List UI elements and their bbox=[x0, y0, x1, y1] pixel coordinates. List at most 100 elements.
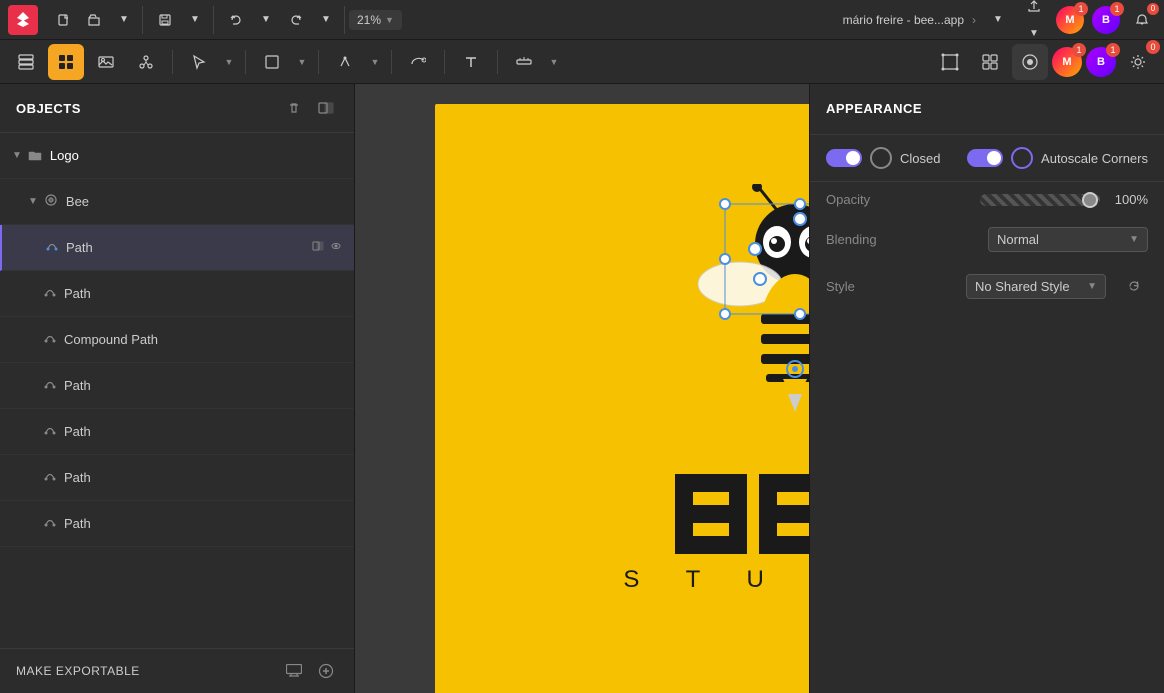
style-section: Style No Shared Style ▼ bbox=[810, 262, 1164, 310]
tree-item-path4[interactable]: Path bbox=[0, 409, 354, 455]
save-button[interactable] bbox=[151, 6, 179, 34]
upload-button[interactable] bbox=[1020, 0, 1048, 20]
tree-item-bee[interactable]: ▼ Bee bbox=[0, 179, 354, 225]
tree-item-path6[interactable]: Path bbox=[0, 501, 354, 547]
components-button[interactable] bbox=[128, 44, 164, 80]
smooth-tool[interactable] bbox=[400, 44, 436, 80]
zoom-value: 21% bbox=[357, 13, 381, 27]
style-label: Style bbox=[826, 279, 855, 294]
style-refresh-button[interactable] bbox=[1120, 272, 1148, 300]
app-logo[interactable] bbox=[8, 5, 38, 35]
redo-dropdown[interactable]: ▼ bbox=[312, 6, 340, 34]
tree-item-path2[interactable]: Path bbox=[0, 271, 354, 317]
transform-button[interactable] bbox=[932, 44, 968, 80]
bee-label: Bee bbox=[66, 194, 342, 209]
tree-item-logo[interactable]: ▼ Logo bbox=[0, 133, 354, 179]
canvas-area[interactable]: Lorem Ipsum bbox=[355, 84, 809, 693]
path5-icon bbox=[44, 470, 56, 486]
pages-button[interactable] bbox=[48, 44, 84, 80]
opacity-value-container: 100% bbox=[980, 192, 1148, 207]
autoscale-circle[interactable] bbox=[1011, 147, 1033, 169]
history-tools: ▼ ▼ bbox=[218, 6, 345, 34]
avatar2-badge: 1 bbox=[1110, 2, 1124, 16]
app-name-sep: › bbox=[972, 13, 976, 27]
measure-dropdown[interactable]: ▼ bbox=[546, 44, 562, 80]
add-export-button[interactable] bbox=[314, 659, 338, 683]
notification-badge: 0 bbox=[1147, 3, 1159, 15]
select-dropdown[interactable]: ▼ bbox=[221, 44, 237, 80]
make-exportable-label: MAKE EXPORTABLE bbox=[16, 664, 140, 678]
prototype-button[interactable] bbox=[1012, 44, 1048, 80]
new-file-button[interactable] bbox=[50, 6, 78, 34]
blending-label: Blending bbox=[826, 232, 877, 247]
style-arrow-icon: ▼ bbox=[1087, 281, 1097, 292]
bottom-actions bbox=[282, 659, 338, 683]
second-toolbar: ▼ ▼ ▼ ▼ M 1 B 1 bbox=[0, 40, 1164, 84]
toolbar-sep-3 bbox=[318, 50, 319, 74]
opacity-value: 100% bbox=[1108, 192, 1148, 207]
export-avatar-container: ▼ bbox=[1020, 0, 1048, 48]
opacity-slider[interactable] bbox=[980, 194, 1100, 206]
tree-item-path3[interactable]: Path bbox=[0, 363, 354, 409]
objects-tree: ▼ Logo ▼ Bee Path bbox=[0, 133, 354, 648]
toolbar-sep-6 bbox=[497, 50, 498, 74]
closed-toggle[interactable] bbox=[826, 149, 862, 167]
logo-folder-icon bbox=[28, 148, 42, 164]
path6-label: Path bbox=[64, 516, 342, 531]
text-tool[interactable] bbox=[453, 44, 489, 80]
tree-item-compound[interactable]: Compound Path bbox=[0, 317, 354, 363]
tree-item-path1[interactable]: Path bbox=[0, 225, 354, 271]
path1-mask-btn[interactable] bbox=[312, 240, 324, 255]
smart-layout-button[interactable] bbox=[972, 44, 1008, 80]
letter-b bbox=[675, 474, 747, 554]
path3-icon bbox=[44, 378, 56, 394]
path1-actions bbox=[312, 240, 342, 255]
path2-icon bbox=[44, 286, 56, 302]
blending-dropdown[interactable]: Normal ▼ bbox=[988, 227, 1148, 252]
toolbar-sep-2 bbox=[245, 50, 246, 74]
mask-button[interactable] bbox=[314, 96, 338, 120]
undo-dropdown[interactable]: ▼ bbox=[252, 6, 280, 34]
main-area: OBJECTS ▼ Logo ▼ bbox=[0, 84, 1164, 693]
studio-text: S T U D I O bbox=[623, 566, 809, 593]
path4-label: Path bbox=[64, 424, 342, 439]
bee-symbol-icon bbox=[44, 193, 58, 210]
avatar1-badge: 1 bbox=[1074, 2, 1088, 16]
blending-arrow-icon: ▼ bbox=[1129, 234, 1139, 245]
export-format-button[interactable] bbox=[282, 659, 306, 683]
layers-button[interactable] bbox=[8, 44, 44, 80]
redo-button[interactable] bbox=[282, 6, 310, 34]
path1-eye-btn[interactable] bbox=[330, 240, 342, 255]
compound-icon bbox=[44, 332, 56, 348]
pen-dropdown[interactable]: ▼ bbox=[367, 44, 383, 80]
closed-circle[interactable] bbox=[870, 147, 892, 169]
appearance-header: APPEARANCE bbox=[810, 84, 1164, 135]
save-dropdown[interactable]: ▼ bbox=[181, 6, 209, 34]
style-dropdown[interactable]: No Shared Style ▼ bbox=[966, 274, 1106, 299]
autoscale-toggle[interactable] bbox=[967, 149, 1003, 167]
zoom-dropdown-icon: ▼ bbox=[385, 15, 394, 25]
delete-layer-button[interactable] bbox=[282, 96, 306, 120]
select-tool[interactable] bbox=[181, 44, 217, 80]
toolbar-sep-4 bbox=[391, 50, 392, 74]
toggle-row: Closed Autoscale Corners bbox=[826, 147, 1148, 169]
avatar2-toolbar-badge: 1 bbox=[1106, 43, 1120, 57]
tree-item-path5[interactable]: Path bbox=[0, 455, 354, 501]
save-tools: ▼ bbox=[147, 6, 214, 34]
file-dropdown-button[interactable]: ▼ bbox=[110, 6, 138, 34]
measure-tool[interactable] bbox=[506, 44, 542, 80]
closed-label: Closed bbox=[900, 151, 940, 166]
undo-button[interactable] bbox=[222, 6, 250, 34]
logo-expand-arrow: ▼ bbox=[12, 150, 22, 161]
upload-dropdown[interactable]: ▼ bbox=[1020, 20, 1048, 48]
appearance-title: APPEARANCE bbox=[826, 101, 922, 116]
zoom-control[interactable]: 21% ▼ bbox=[349, 10, 402, 30]
user-name-label: mário freire - bee...app bbox=[843, 13, 964, 27]
pen-tool[interactable] bbox=[327, 44, 363, 80]
shape-tool[interactable] bbox=[254, 44, 290, 80]
open-file-button[interactable] bbox=[80, 6, 108, 34]
app-dropdown[interactable]: ▼ bbox=[984, 6, 1012, 34]
user-section: mário freire - bee...app › ▼ ▼ M 1 B 1 0 bbox=[843, 0, 1156, 48]
images-button[interactable] bbox=[88, 44, 124, 80]
shape-dropdown[interactable]: ▼ bbox=[294, 44, 310, 80]
